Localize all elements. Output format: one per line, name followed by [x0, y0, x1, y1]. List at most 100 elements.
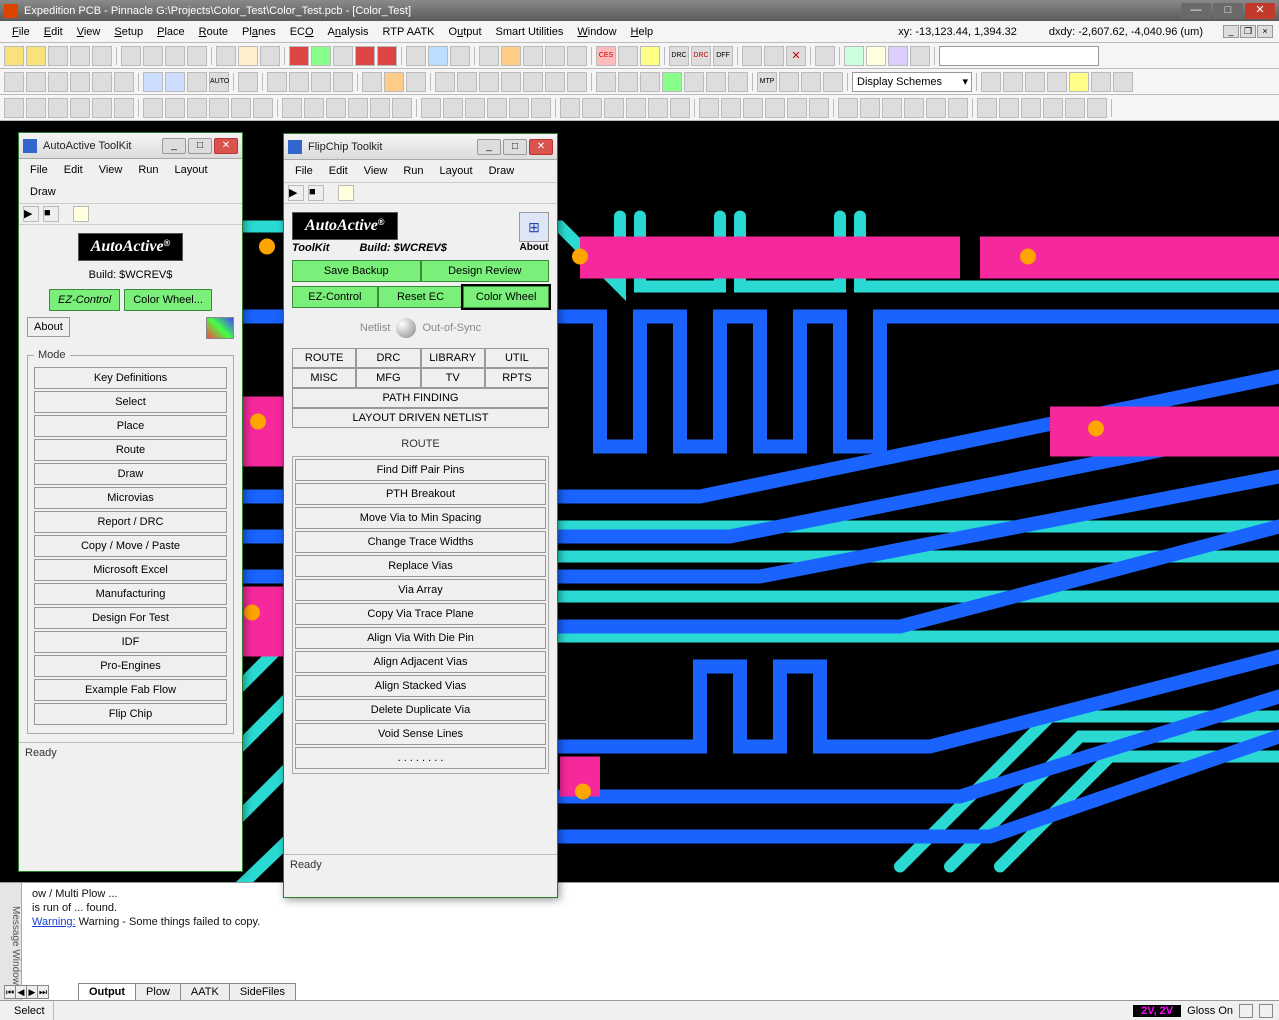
tab-nav-last[interactable]: ⏭	[37, 985, 49, 999]
menu-output[interactable]: Output	[443, 24, 488, 40]
tool-icon[interactable]	[48, 72, 68, 92]
status-icon[interactable]	[1239, 1004, 1253, 1018]
tool-icon[interactable]	[567, 72, 587, 92]
tool-icon[interactable]	[545, 72, 565, 92]
tool-icon[interactable]	[392, 98, 412, 118]
maximize-button[interactable]: □	[1213, 3, 1243, 19]
stop-icon[interactable]: ■	[43, 206, 59, 222]
tool-icon[interactable]	[787, 98, 807, 118]
mode-button[interactable]: Draw	[34, 463, 227, 485]
save-backup-button[interactable]: Save Backup	[292, 260, 421, 282]
tool-icon[interactable]	[348, 98, 368, 118]
tool-icon[interactable]	[143, 72, 163, 92]
tool-icon[interactable]: DFF	[713, 46, 733, 66]
print-icon[interactable]	[70, 46, 90, 66]
tool-icon[interactable]	[509, 98, 529, 118]
tool-icon[interactable]: DRC	[691, 46, 711, 66]
menu-edit[interactable]: Edit	[38, 24, 69, 40]
about-button[interactable]: About	[27, 317, 70, 337]
mode-button[interactable]: Place	[34, 415, 227, 437]
route-button[interactable]: Align Adjacent Vias	[295, 651, 546, 673]
aatk-menu-draw[interactable]: Draw	[23, 184, 63, 200]
menu-place[interactable]: Place	[151, 24, 191, 40]
tool-icon[interactable]	[648, 98, 668, 118]
tool-icon[interactable]	[604, 98, 624, 118]
mode-button[interactable]: IDF	[34, 631, 227, 653]
tool-icon[interactable]	[684, 72, 704, 92]
autoactive-toolkit-window[interactable]: AutoActive ToolKit _ □ ✕ File Edit View …	[18, 132, 243, 872]
tool-icon[interactable]	[823, 72, 843, 92]
fc-maximize[interactable]: □	[503, 139, 527, 155]
route-button[interactable]: Move Via to Min Spacing	[295, 507, 546, 529]
reset-ec-button[interactable]: Reset EC	[378, 286, 464, 308]
tool-icon[interactable]	[1047, 72, 1067, 92]
tool-icon[interactable]	[1021, 98, 1041, 118]
tool-icon[interactable]	[1069, 72, 1089, 92]
tool-icon[interactable]	[435, 72, 455, 92]
tool-icon[interactable]	[1043, 98, 1063, 118]
tool-icon[interactable]	[73, 206, 89, 222]
tool-icon[interactable]	[910, 46, 930, 66]
tool-icon[interactable]	[596, 72, 616, 92]
mode-button[interactable]: Design For Test	[34, 607, 227, 629]
tool-icon[interactable]	[70, 98, 90, 118]
tool-icon[interactable]	[764, 46, 784, 66]
color-wheel-button[interactable]: Color Wheel	[463, 286, 549, 308]
tool-icon[interactable]	[333, 46, 353, 66]
mode-button[interactable]: Flip Chip	[34, 703, 227, 725]
tool-icon[interactable]	[838, 98, 858, 118]
tool-icon[interactable]	[809, 98, 829, 118]
fc-menu-layout[interactable]: Layout	[433, 163, 480, 179]
fc-close[interactable]: ✕	[529, 139, 553, 155]
tool-icon[interactable]	[238, 72, 258, 92]
route-button[interactable]: . . . . . . . .	[295, 747, 546, 769]
tool-icon[interactable]	[406, 46, 426, 66]
mdi-close[interactable]: ×	[1257, 25, 1273, 38]
aatk-menu-file[interactable]: File	[23, 162, 55, 178]
close-button[interactable]: ✕	[1245, 3, 1275, 19]
tab-library[interactable]: LIBRARY	[421, 348, 485, 368]
tool-icon[interactable]	[618, 46, 638, 66]
color-wheel-button[interactable]: Color Wheel...	[124, 289, 212, 311]
aatk-menu-layout[interactable]: Layout	[168, 162, 215, 178]
tool-icon[interactable]	[338, 185, 354, 201]
route-button[interactable]: Delete Duplicate Via	[295, 699, 546, 721]
tool-icon[interactable]	[640, 46, 660, 66]
tool-icon[interactable]	[289, 46, 309, 66]
tab-route[interactable]: ROUTE	[292, 348, 356, 368]
drc-icon[interactable]: DRC	[669, 46, 689, 66]
tool-icon[interactable]	[926, 98, 946, 118]
route-button[interactable]: Copy Via Trace Plane	[295, 603, 546, 625]
tool-icon[interactable]	[311, 72, 331, 92]
fc-menu-draw[interactable]: Draw	[482, 163, 522, 179]
aatk-minimize[interactable]: _	[162, 138, 186, 154]
aatk-maximize[interactable]: □	[188, 138, 212, 154]
route-button[interactable]: Replace Vias	[295, 555, 546, 577]
route-button[interactable]: Align Stacked Vias	[295, 675, 546, 697]
undo-icon[interactable]	[121, 46, 141, 66]
aatk-menu-edit[interactable]: Edit	[57, 162, 90, 178]
tool-icon[interactable]	[465, 98, 485, 118]
tool-icon[interactable]	[765, 98, 785, 118]
tool-icon[interactable]	[501, 46, 521, 66]
palette-icon[interactable]	[206, 317, 234, 339]
tool-icon[interactable]	[114, 72, 134, 92]
cut-icon[interactable]	[92, 46, 112, 66]
tool-icon[interactable]	[699, 98, 719, 118]
tool-icon[interactable]	[450, 46, 470, 66]
stop-icon[interactable]: ■	[308, 185, 324, 201]
route-button[interactable]: Void Sense Lines	[295, 723, 546, 745]
mode-button[interactable]: Manufacturing	[34, 583, 227, 605]
route-button[interactable]: Align Via With Die Pin	[295, 627, 546, 649]
mode-button[interactable]: Pro-Engines	[34, 655, 227, 677]
mode-button[interactable]: Microvias	[34, 487, 227, 509]
tool-icon[interactable]	[888, 46, 908, 66]
menu-help[interactable]: Help	[625, 24, 660, 40]
tool-icon[interactable]	[421, 98, 441, 118]
tool-icon[interactable]	[187, 98, 207, 118]
tool-icon[interactable]	[560, 98, 580, 118]
tab-tv[interactable]: TV	[421, 368, 485, 388]
redo-icon[interactable]	[143, 46, 163, 66]
route-button[interactable]: Via Array	[295, 579, 546, 601]
tool-icon[interactable]	[253, 98, 273, 118]
